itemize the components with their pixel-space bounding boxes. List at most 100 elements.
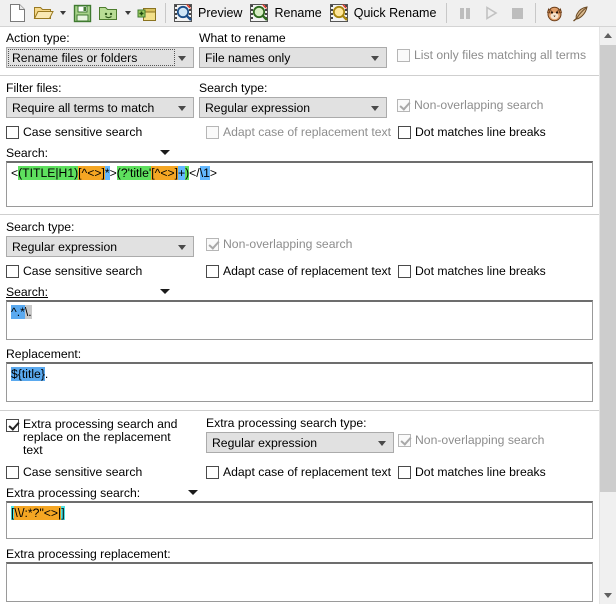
add-folder-button[interactable] <box>134 1 160 25</box>
settings-scroll-area: Action type: Rename files or folders Wha… <box>0 27 599 604</box>
extra-replacement-editor[interactable] <box>6 562 593 602</box>
scroll-up-button[interactable] <box>600 27 616 44</box>
rename-replacement-value: ${title}. <box>11 367 49 381</box>
scroll-down-button[interactable] <box>600 587 616 604</box>
open-preset-dropdown-arrow[interactable] <box>121 1 134 25</box>
chevron-down-icon <box>178 55 186 61</box>
stop-icon <box>512 8 524 19</box>
extra-search-value: [\\/:*?"<>|] <box>11 506 65 520</box>
rename-magnifier-icon <box>250 4 269 22</box>
filter-non-overlapping-row[interactable]: Non-overlapping search <box>397 98 593 112</box>
filter-files-label: Filter files: <box>6 81 62 95</box>
rename-section: Search type: Regular expression Non-over… <box>0 215 599 402</box>
extra-enable-label: Extra processing search and replace on t… <box>23 417 178 457</box>
list-only-matching-row[interactable]: List only files matching all terms <box>397 48 593 62</box>
extra-adapt-case-checkbox[interactable] <box>206 466 219 479</box>
rename-dot-matches-row[interactable]: Dot matches line breaks <box>398 264 593 278</box>
extra-search-type-combo[interactable]: Regular expression <box>206 432 394 453</box>
rename-non-overlapping-checkbox[interactable] <box>206 238 219 251</box>
filter-section: Filter files: Require all terms to match… <box>0 76 599 207</box>
extra-adapt-case-row[interactable]: Adapt case of replacement text <box>206 465 398 479</box>
chevron-down-icon <box>604 593 612 598</box>
open-folder-dropdown-arrow[interactable] <box>56 1 69 25</box>
action-type-value: Rename files or folders <box>12 50 138 65</box>
extra-case-sensitive-checkbox[interactable] <box>6 466 19 479</box>
filter-non-overlapping-checkbox[interactable] <box>397 99 410 112</box>
vertical-scrollbar[interactable] <box>599 27 616 604</box>
rename-replacement-editor[interactable]: ${title}. <box>6 362 593 402</box>
extra-dot-matches-checkbox[interactable] <box>398 466 411 479</box>
feather-quill-icon <box>572 5 588 22</box>
extra-case-sensitive-row[interactable]: Case sensitive search <box>6 465 206 479</box>
rename-case-sensitive-row[interactable]: Case sensitive search <box>6 264 206 278</box>
extra-enable-checkbox[interactable] <box>6 419 19 432</box>
tiger-button[interactable] <box>541 1 567 25</box>
extra-replacement-field-label: Extra processing replacement: <box>6 546 171 561</box>
action-type-combo[interactable]: Rename files or folders <box>6 47 194 68</box>
rename-search-editor[interactable]: ^.*\. <box>6 300 593 340</box>
play-button[interactable] <box>478 1 504 25</box>
rename-adapt-case-checkbox[interactable] <box>206 265 219 278</box>
new-file-button[interactable] <box>4 1 30 25</box>
chevron-down-icon <box>178 105 186 111</box>
rename-button[interactable]: Rename <box>247 1 326 25</box>
quick-rename-button[interactable]: Quick Rename <box>327 1 442 25</box>
rename-non-overlapping-label: Non-overlapping search <box>223 237 353 251</box>
filter-search-editor[interactable]: <(TITLE|H1)[^<>]*>(?'title'[^<>]+)</\1> <box>6 161 593 207</box>
filter-files-combo[interactable]: Require all terms to match <box>6 97 194 118</box>
extra-search-field-label: Extra processing search: <box>6 485 141 500</box>
filter-case-sensitive-label: Case sensitive search <box>23 125 143 139</box>
extra-search-history-dropdown-icon[interactable] <box>188 490 199 495</box>
extra-search-editor[interactable]: [\\/:*?"<>|] <box>6 501 593 539</box>
rename-dot-matches-checkbox[interactable] <box>398 265 411 278</box>
open-folder-button[interactable] <box>30 1 56 25</box>
rename-non-overlapping-row[interactable]: Non-overlapping search <box>206 237 593 251</box>
save-floppy-icon <box>73 4 91 22</box>
open-folder-icon <box>33 7 54 19</box>
filter-non-overlapping-label: Non-overlapping search <box>414 98 544 112</box>
extra-non-overlapping-label: Non-overlapping search <box>415 433 545 447</box>
filter-search-history-dropdown-icon[interactable] <box>160 150 171 155</box>
filter-dot-matches-checkbox[interactable] <box>398 126 411 139</box>
quick-rename-button-label: Quick Rename <box>353 6 437 20</box>
chevron-up-icon <box>604 33 612 38</box>
chevron-down-icon <box>371 55 379 61</box>
quick-rename-magnifier-icon <box>329 4 348 22</box>
extra-non-overlapping-row[interactable]: Non-overlapping search <box>398 433 593 447</box>
rename-case-sensitive-checkbox[interactable] <box>6 265 19 278</box>
filter-case-sensitive-row[interactable]: Case sensitive search <box>6 125 206 139</box>
rename-search-history-dropdown-icon[interactable] <box>160 289 171 294</box>
filter-adapt-case-checkbox[interactable] <box>206 126 219 139</box>
rename-case-sensitive-label: Case sensitive search <box>23 264 143 278</box>
feather-button[interactable] <box>567 1 593 25</box>
preview-button[interactable]: Preview <box>171 1 247 25</box>
extra-non-overlapping-checkbox[interactable] <box>398 434 411 447</box>
stop-button[interactable] <box>504 1 530 25</box>
open-preset-folder-button[interactable] <box>95 1 121 25</box>
save-button[interactable] <box>69 1 95 25</box>
scrollbar-thumb[interactable] <box>600 45 616 492</box>
rename-adapt-case-row[interactable]: Adapt case of replacement text <box>206 264 398 278</box>
extra-dot-matches-row[interactable]: Dot matches line breaks <box>398 465 593 479</box>
list-only-matching-label: List only files matching all terms <box>414 48 587 62</box>
tiger-face-icon <box>546 6 562 21</box>
filter-adapt-case-row[interactable]: Adapt case of replacement text <box>206 125 398 139</box>
main-toolbar: Preview Rename Quick Rename <box>0 0 616 27</box>
action-section: Action type: Rename files or folders Wha… <box>0 27 599 68</box>
rename-tool-window: Preview Rename Quick Rename Action type:… <box>0 0 616 604</box>
rename-search-type-combo[interactable]: Regular expression <box>6 236 194 257</box>
filter-dot-matches-label: Dot matches line breaks <box>415 125 546 139</box>
rename-dot-matches-label: Dot matches line breaks <box>415 264 546 278</box>
extra-enable-row[interactable]: Extra processing search and replace on t… <box>6 418 206 457</box>
filter-search-type-combo[interactable]: Regular expression <box>199 97 387 118</box>
pause-button[interactable] <box>452 1 478 25</box>
new-file-icon <box>9 4 25 22</box>
list-only-matching-checkbox[interactable] <box>397 49 410 62</box>
filter-case-sensitive-checkbox[interactable] <box>6 126 19 139</box>
filter-search-value: <(TITLE|H1)[^<>]*>(?'title'[^<>]+)</\1> <box>11 166 217 180</box>
rename-search-field-label: Search: <box>6 284 49 299</box>
what-to-rename-combo[interactable]: File names only <box>199 47 387 68</box>
filter-files-value: Require all terms to match <box>12 100 155 115</box>
filter-dot-matches-row[interactable]: Dot matches line breaks <box>398 125 593 139</box>
extra-search-type-value: Regular expression <box>212 435 318 450</box>
